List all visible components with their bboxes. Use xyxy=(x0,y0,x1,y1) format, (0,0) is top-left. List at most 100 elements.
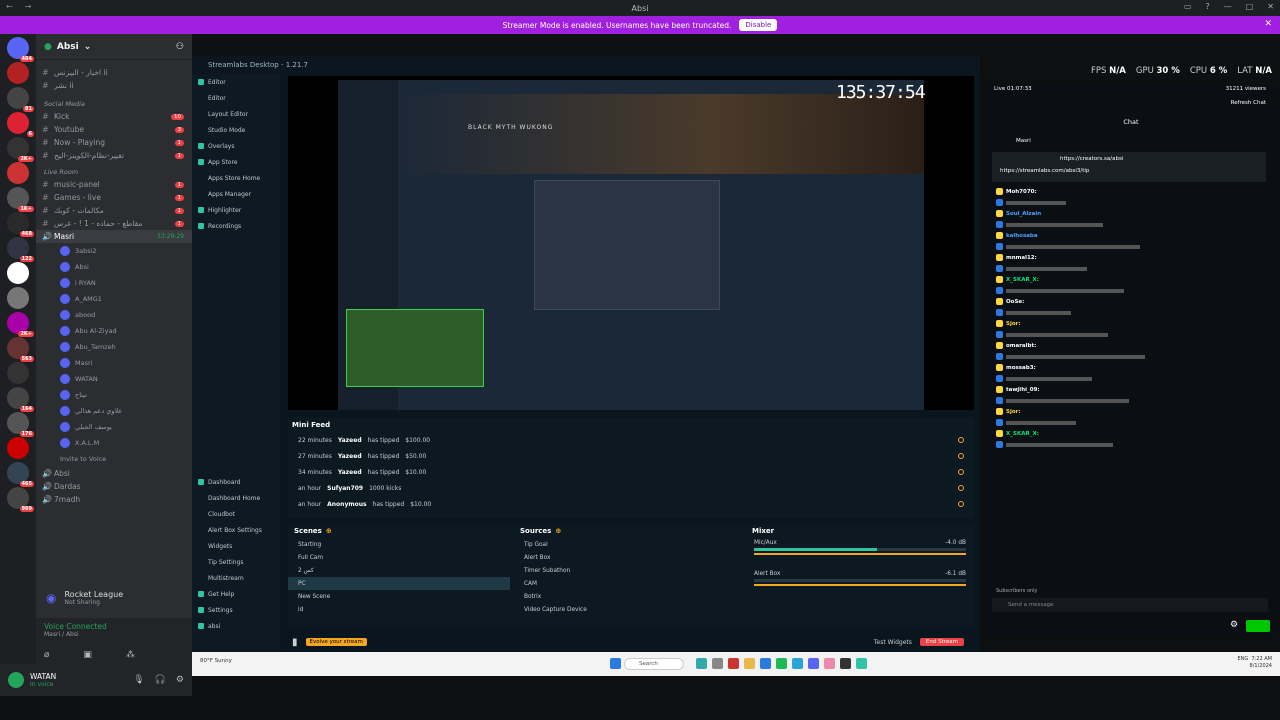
app-icon[interactable] xyxy=(712,658,723,669)
forward-icon[interactable]: → xyxy=(25,2,32,11)
chat-username[interactable]: Sjor: xyxy=(1006,409,1021,415)
chat-username[interactable]: omaralbt: xyxy=(1006,343,1036,349)
nav-item[interactable]: Settings xyxy=(192,602,280,618)
close-icon[interactable]: ✕ xyxy=(1267,2,1274,11)
server-icon[interactable]: 164 xyxy=(7,387,34,412)
voice-channel[interactable]: 🔊 Dardas xyxy=(36,480,192,493)
system-tray[interactable]: ENG 7:22 AM 8/1/2024 xyxy=(1237,656,1272,670)
voice-channel-masri[interactable]: 🔊 Masri 33:29:29 xyxy=(36,230,192,243)
app-icon[interactable] xyxy=(792,658,803,669)
source-item[interactable]: CAM xyxy=(514,577,742,590)
chat-username[interactable]: mnmal12: xyxy=(1006,255,1037,261)
category-social-media[interactable]: Social Media xyxy=(36,98,192,110)
headphones-icon[interactable]: 🎧 xyxy=(155,675,166,685)
activity-panel[interactable]: ◉ Rocket League Not Sharing xyxy=(36,584,192,612)
voice-connected-title[interactable]: Voice Connected xyxy=(44,622,184,631)
disable-button[interactable]: Disable xyxy=(739,19,778,31)
taskbar-search[interactable]: Search xyxy=(624,658,684,670)
channel-item-games-live[interactable]: # Games - live 1 xyxy=(36,191,192,204)
voice-user[interactable]: تيتاح xyxy=(36,387,192,403)
scene-item[interactable]: id xyxy=(288,603,510,616)
chat-username[interactable]: mossab3: xyxy=(1006,365,1036,371)
voice-user[interactable]: i RYAN xyxy=(36,275,192,291)
chat-username[interactable]: X_SKAR_X: xyxy=(1006,431,1039,437)
replay-icon[interactable] xyxy=(958,501,964,507)
voice-user[interactable]: Abu_Tamzeh xyxy=(36,339,192,355)
voice-user[interactable]: Masri xyxy=(36,355,192,371)
scene-item[interactable]: Starting xyxy=(288,538,510,551)
server-icon[interactable] xyxy=(7,287,29,309)
chat-username[interactable]: tawjihi_09: xyxy=(1006,387,1040,393)
source-item[interactable]: Video Capture Device xyxy=(514,603,742,616)
server-icon[interactable] xyxy=(7,362,29,384)
voice-user[interactable]: يوسف الجبلي xyxy=(36,419,192,435)
help-icon[interactable]: ? xyxy=(1205,2,1209,11)
username[interactable]: WATAN xyxy=(30,672,56,681)
server-icon[interactable]: 2K+ xyxy=(7,137,34,162)
voice-user[interactable]: Absi xyxy=(36,259,192,275)
server-icon[interactable]: 465 xyxy=(7,462,34,487)
server-header[interactable]: ● Absi ⌄ ⚇ xyxy=(36,34,192,60)
streamlabs-icon[interactable] xyxy=(856,658,867,669)
invite-to-voice[interactable]: Invite to Voice xyxy=(36,451,192,467)
nav-item[interactable]: App Store xyxy=(192,154,280,170)
add-source-icon[interactable]: ⊕ xyxy=(555,527,561,535)
server-icon[interactable] xyxy=(7,162,29,184)
clock-date[interactable]: 8/1/2024 xyxy=(1250,663,1272,669)
inbox-icon[interactable]: ▭ xyxy=(1184,2,1192,11)
voice-user[interactable]: WATAN xyxy=(36,371,192,387)
discord-icon[interactable] xyxy=(808,658,819,669)
pinned-link[interactable]: https://creators.sa/absi xyxy=(1060,156,1258,162)
camera-off-icon[interactable]: ⌀ xyxy=(44,650,49,660)
server-icon[interactable]: 969 xyxy=(7,487,34,512)
voice-channel[interactable]: 🔊 Absi xyxy=(36,467,192,480)
app-icon[interactable] xyxy=(824,658,835,669)
server-icon[interactable]: 1K+ xyxy=(7,187,34,212)
voice-user[interactable]: X.A.L.M xyxy=(36,435,192,451)
settings-gear-icon[interactable]: ⚙ xyxy=(176,675,184,685)
nav-item[interactable]: Tip Settings xyxy=(192,554,280,570)
bar-chart-icon[interactable]: ▮ xyxy=(292,637,298,648)
nav-item[interactable]: Widgets xyxy=(192,538,280,554)
add-scene-icon[interactable]: ⊕ xyxy=(326,527,332,535)
nav-item[interactable]: absi xyxy=(192,618,280,634)
refresh-chat-button[interactable]: Refresh Chat xyxy=(1231,100,1266,106)
chat-settings-icon[interactable]: ⚙ xyxy=(1230,620,1238,630)
avatar[interactable] xyxy=(8,672,24,688)
channel-item-youtube[interactable]: # Youtube 3 xyxy=(36,123,192,136)
banner-close-icon[interactable]: ✕ xyxy=(1264,19,1272,29)
nav-item[interactable]: Multistream xyxy=(192,570,280,586)
voice-user[interactable]: abood xyxy=(36,307,192,323)
voice-user[interactable]: 3absi2 xyxy=(36,243,192,259)
app-icon[interactable] xyxy=(840,658,851,669)
server-icon[interactable]: 484 xyxy=(7,37,34,62)
server-icon[interactable]: 176 xyxy=(7,412,34,437)
replay-icon[interactable] xyxy=(958,437,964,443)
server-icon[interactable]: 563 xyxy=(7,337,34,362)
server-icon[interactable]: 81 xyxy=(7,87,34,112)
windows-start-icon[interactable] xyxy=(610,658,621,669)
test-widgets-button[interactable]: Test Widgets xyxy=(874,639,912,646)
category-live-room[interactable]: Live Room xyxy=(36,166,192,178)
back-icon[interactable]: ← xyxy=(6,2,13,11)
server-icon[interactable]: 468 xyxy=(7,212,34,237)
tip-banner[interactable]: Evolve your stream xyxy=(305,638,367,646)
source-item[interactable]: Alert Box xyxy=(514,551,742,564)
channel-item[interactable]: # مقاطع - حماده - 1 ! - غرس 1 xyxy=(36,217,192,230)
activities-icon[interactable]: ⁂ xyxy=(126,650,135,660)
chat-username[interactable]: kalhosaba xyxy=(1006,233,1038,239)
language-indicator[interactable]: ENG xyxy=(1237,656,1248,662)
channel-item-music-panel[interactable]: # music-panel 1 xyxy=(36,178,192,191)
app-icon[interactable] xyxy=(776,658,787,669)
scene-item[interactable]: New Scene xyxy=(288,590,510,603)
nav-item[interactable]: Dashboard xyxy=(192,474,280,490)
channel-item-now-playing[interactable]: # Now - Playing 1 xyxy=(36,136,192,149)
pinned-message[interactable]: https://creators.sa/absi https://streaml… xyxy=(992,152,1266,182)
volume-slider[interactable] xyxy=(754,553,966,555)
voice-user[interactable]: A_AMG1 xyxy=(36,291,192,307)
source-item[interactable]: Tip Goal xyxy=(514,538,742,551)
mic-icon[interactable]: 🎙 xyxy=(133,675,144,685)
chat-username[interactable]: Sjor: xyxy=(1006,321,1021,327)
replay-icon[interactable] xyxy=(958,453,964,459)
nav-item[interactable]: Apps Manager xyxy=(192,186,280,202)
